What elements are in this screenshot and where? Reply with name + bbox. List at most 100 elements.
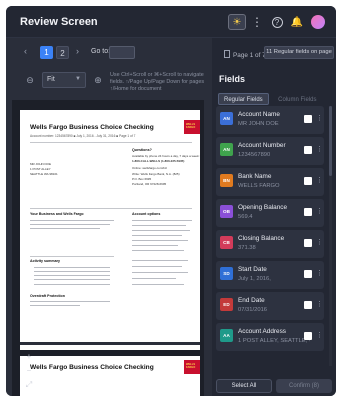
zoom-in-icon[interactable]: ⊕ bbox=[92, 74, 104, 86]
sun-icon: ☀ bbox=[232, 16, 242, 28]
questions-heading: Questions? bbox=[132, 148, 152, 152]
field-badge: AA bbox=[220, 329, 233, 342]
zoom-in-button[interactable]: + bbox=[22, 350, 36, 364]
goto-page-input[interactable] bbox=[109, 46, 135, 59]
confirm-button[interactable]: Confirm (8) bbox=[276, 379, 332, 393]
field-value: 371.38 bbox=[238, 245, 256, 251]
more-options-icon[interactable]: ⋮ bbox=[251, 14, 263, 30]
field-checkbox[interactable] bbox=[304, 301, 312, 309]
more-options-icon[interactable]: ⋮ bbox=[316, 207, 323, 215]
help-button[interactable]: ? bbox=[270, 14, 284, 30]
bank-logo: WELLS FARGO bbox=[184, 360, 200, 374]
field-badge: CB bbox=[220, 236, 233, 249]
more-options-icon[interactable]: ⋮ bbox=[316, 238, 323, 246]
fullscreen-icon[interactable]: ⤢ bbox=[22, 378, 36, 392]
help-icon: ? bbox=[271, 16, 283, 28]
more-options-icon[interactable]: ⋮ bbox=[316, 331, 323, 339]
divider bbox=[30, 208, 192, 209]
field-card[interactable]: ED End Date 07/31/2016 ⋮ bbox=[216, 292, 324, 320]
field-checkbox[interactable] bbox=[304, 146, 312, 154]
field-card[interactable]: BN Bank Name WELLS FARGO ⋮ bbox=[216, 168, 324, 196]
text-line bbox=[132, 266, 182, 268]
canvas-controls: + − ⤢ bbox=[22, 350, 36, 392]
field-badge: AN bbox=[220, 143, 233, 156]
field-checkbox[interactable] bbox=[304, 115, 312, 123]
text-line bbox=[132, 225, 186, 227]
document-page-1: Wells Fargo Business Choice Checking Acc… bbox=[20, 110, 200, 350]
document-canvas[interactable]: Wells Fargo Business Choice Checking Acc… bbox=[12, 100, 204, 396]
statement-title: Wells Fargo Business Choice Checking bbox=[30, 124, 154, 131]
more-options-icon[interactable]: ⋮ bbox=[316, 269, 323, 277]
document-page-2: Wells Fargo Business Choice Checking WEL… bbox=[20, 356, 200, 396]
more-options-icon[interactable]: ⋮ bbox=[316, 300, 323, 308]
zoom-out-button[interactable]: − bbox=[22, 364, 36, 378]
page-title: Review Screen bbox=[20, 16, 98, 28]
zoom-out-icon[interactable]: ⊖ bbox=[24, 74, 36, 86]
field-card[interactable]: SD Start Date July 1, 2016, ⋮ bbox=[216, 261, 324, 289]
page-break bbox=[20, 342, 200, 345]
page-indicator: Page 1 of 7 bbox=[224, 50, 266, 59]
avatar[interactable] bbox=[311, 15, 325, 29]
field-value: 07/31/2016 bbox=[238, 307, 268, 313]
fields-count-pill[interactable]: 11 Regular fields on page bbox=[264, 46, 334, 59]
text-line bbox=[34, 275, 110, 277]
field-card[interactable]: CB Closing Balance 371.38 ⋮ bbox=[216, 230, 324, 258]
zoom-toolbar: ⊖ Fit ▼ ⊕ Use Ctrl+Scroll or ⌘+Scroll to… bbox=[6, 66, 212, 96]
text-line bbox=[30, 220, 114, 222]
scrollbar[interactable] bbox=[329, 106, 332, 366]
next-page-icon[interactable]: › bbox=[76, 46, 79, 56]
field-card[interactable]: OB Opening Balance 569.4 ⋮ bbox=[216, 199, 324, 227]
scrollbar-thumb[interactable] bbox=[329, 106, 332, 176]
prev-page-icon[interactable]: ‹ bbox=[24, 46, 27, 56]
zoom-mode-select[interactable]: Fit ▼ bbox=[42, 72, 86, 88]
field-badge: AN bbox=[220, 112, 233, 125]
field-value: July 1, 2016, bbox=[238, 276, 271, 282]
divider bbox=[30, 256, 114, 257]
field-checkbox[interactable] bbox=[304, 270, 312, 278]
text-line bbox=[132, 235, 182, 237]
tab-column-fields[interactable]: Column Fields bbox=[273, 94, 321, 106]
field-name: Account Number bbox=[238, 142, 286, 149]
navigation-hint: Use Ctrl+Scroll or ⌘+Scroll to navigate … bbox=[110, 72, 205, 92]
field-value: 1234567890 bbox=[238, 152, 271, 158]
questions-line: Write: Wells Fargo Bank, N.A. (825) bbox=[132, 172, 180, 176]
field-card[interactable]: AN Account Number 1234567890 ⋮ bbox=[216, 137, 324, 165]
bell-icon[interactable]: 🔔 bbox=[290, 14, 304, 30]
text-line bbox=[132, 284, 184, 286]
text-line bbox=[30, 228, 100, 230]
field-badge: ED bbox=[220, 298, 233, 311]
more-options-icon[interactable]: ⋮ bbox=[316, 176, 323, 184]
page-1-button[interactable]: 1 bbox=[40, 46, 53, 59]
more-options-icon[interactable]: ⋮ bbox=[316, 114, 323, 122]
field-badge: SD bbox=[220, 267, 233, 280]
more-options-icon[interactable]: ⋮ bbox=[316, 145, 323, 153]
field-checkbox[interactable] bbox=[304, 177, 312, 185]
field-badge: OB bbox=[220, 205, 233, 218]
text-line bbox=[30, 305, 80, 307]
field-name: End Date bbox=[238, 297, 265, 304]
text-line bbox=[34, 279, 110, 281]
section-heading: Activity summary bbox=[30, 259, 60, 263]
field-value: MR JOHN DOE bbox=[238, 121, 279, 127]
field-name: Opening Balance bbox=[238, 204, 288, 211]
questions-line: P.O. Box 6995 bbox=[132, 177, 152, 181]
select-all-button[interactable]: Select All bbox=[216, 379, 272, 393]
holder-line: 1 POST ALLEY bbox=[30, 167, 51, 171]
fields-panel: Fields Regular Fields Column Fields AN Ac… bbox=[212, 68, 336, 396]
field-checkbox[interactable] bbox=[304, 239, 312, 247]
text-line bbox=[34, 267, 110, 269]
field-card[interactable]: AA Account Address 1 POST ALLEY, SEATTLE, … bbox=[216, 323, 324, 351]
field-checkbox[interactable] bbox=[304, 332, 312, 340]
text-line bbox=[30, 224, 110, 226]
goto-label: Go to: bbox=[91, 48, 111, 55]
tab-regular-fields[interactable]: Regular Fields bbox=[218, 93, 269, 105]
text-line bbox=[132, 220, 192, 222]
theme-toggle-button[interactable]: ☀ bbox=[228, 14, 246, 30]
page-2-button[interactable]: 2 bbox=[56, 46, 69, 59]
document-icon bbox=[224, 50, 230, 58]
text-line bbox=[132, 250, 184, 252]
field-card[interactable]: AN Account Name MR JOHN DOE ⋮ bbox=[216, 106, 324, 134]
field-value: WELLS FARGO bbox=[238, 183, 280, 189]
field-checkbox[interactable] bbox=[304, 208, 312, 216]
field-value: 569.4 bbox=[238, 214, 253, 220]
